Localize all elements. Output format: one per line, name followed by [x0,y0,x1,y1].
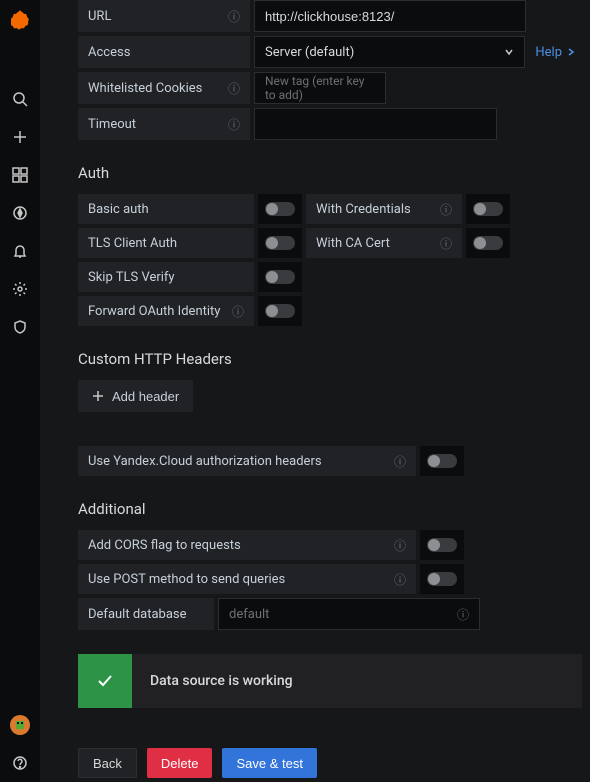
forward-oauth-toggle[interactable] [258,296,302,326]
with-ca-toggle[interactable] [466,228,510,258]
cookies-tag-input[interactable]: New tag (enter key to add) [254,72,386,104]
info-icon[interactable]: ⓘ [232,303,244,320]
delete-button[interactable]: Delete [147,748,213,778]
section-additional-title: Additional [78,500,582,518]
timeout-input[interactable] [254,108,497,140]
basic-auth-toggle[interactable] [258,194,302,224]
dashboards-icon[interactable] [0,156,40,194]
with-ca-label: With CA Certⓘ [306,228,462,258]
explore-icon[interactable] [0,194,40,232]
info-icon[interactable]: ⓘ [228,116,240,133]
configuration-icon[interactable] [0,270,40,308]
info-icon[interactable]: ⓘ [228,8,240,25]
main-content: URL ⓘ Access Server (default) Help Wh [40,0,590,782]
success-banner: Data source is working [78,654,582,708]
help-icon[interactable] [0,744,40,782]
default-db-input[interactable]: default ⓘ [218,598,480,630]
cookies-label: Whitelisted Cookies ⓘ [78,72,250,104]
shield-icon[interactable] [0,308,40,346]
info-icon[interactable]: ⓘ [457,606,469,623]
skip-tls-label: Skip TLS Verify [78,262,254,292]
banner-message: Data source is working [132,654,582,708]
yandex-label: Use Yandex.Cloud authorization headers ⓘ [78,446,416,476]
yandex-toggle[interactable] [420,446,464,476]
info-icon[interactable]: ⓘ [394,453,406,470]
forward-oauth-label: Forward OAuth Identityⓘ [78,296,254,326]
tls-client-label: TLS Client Auth [78,228,254,258]
with-credentials-label: With Credentialsⓘ [306,194,462,224]
back-button[interactable]: Back [78,748,137,778]
default-db-label: Default database [78,598,214,630]
access-select[interactable]: Server (default) [254,36,525,68]
alerting-icon[interactable] [0,232,40,270]
save-test-button[interactable]: Save & test [222,748,316,778]
url-label: URL ⓘ [78,0,250,32]
search-icon[interactable] [0,80,40,118]
grafana-logo[interactable] [11,10,29,30]
section-headers-title: Custom HTTP Headers [78,350,582,368]
plus-icon [92,390,104,402]
timeout-label: Timeout ⓘ [78,108,250,140]
access-label: Access [78,36,250,68]
skip-tls-toggle[interactable] [258,262,302,292]
info-icon[interactable]: ⓘ [394,571,406,588]
with-credentials-toggle[interactable] [466,194,510,224]
info-icon[interactable]: ⓘ [228,80,240,97]
help-link[interactable]: Help [529,45,582,60]
chevron-down-icon [504,47,514,57]
navigation-sidebar [0,0,40,782]
cors-label: Add CORS flag to requests ⓘ [78,530,416,560]
cors-toggle[interactable] [420,530,464,560]
basic-auth-label: Basic auth [78,194,254,224]
section-auth-title: Auth [78,164,582,182]
add-header-button[interactable]: Add header [78,380,193,412]
info-icon[interactable]: ⓘ [440,235,452,252]
tls-client-toggle[interactable] [258,228,302,258]
check-icon [78,654,132,708]
post-label: Use POST method to send queries ⓘ [78,564,416,594]
plus-icon[interactable] [0,118,40,156]
info-icon[interactable]: ⓘ [394,537,406,554]
user-avatar[interactable] [0,706,40,744]
url-input[interactable] [254,0,526,32]
info-icon[interactable]: ⓘ [440,201,452,218]
post-toggle[interactable] [420,564,464,594]
